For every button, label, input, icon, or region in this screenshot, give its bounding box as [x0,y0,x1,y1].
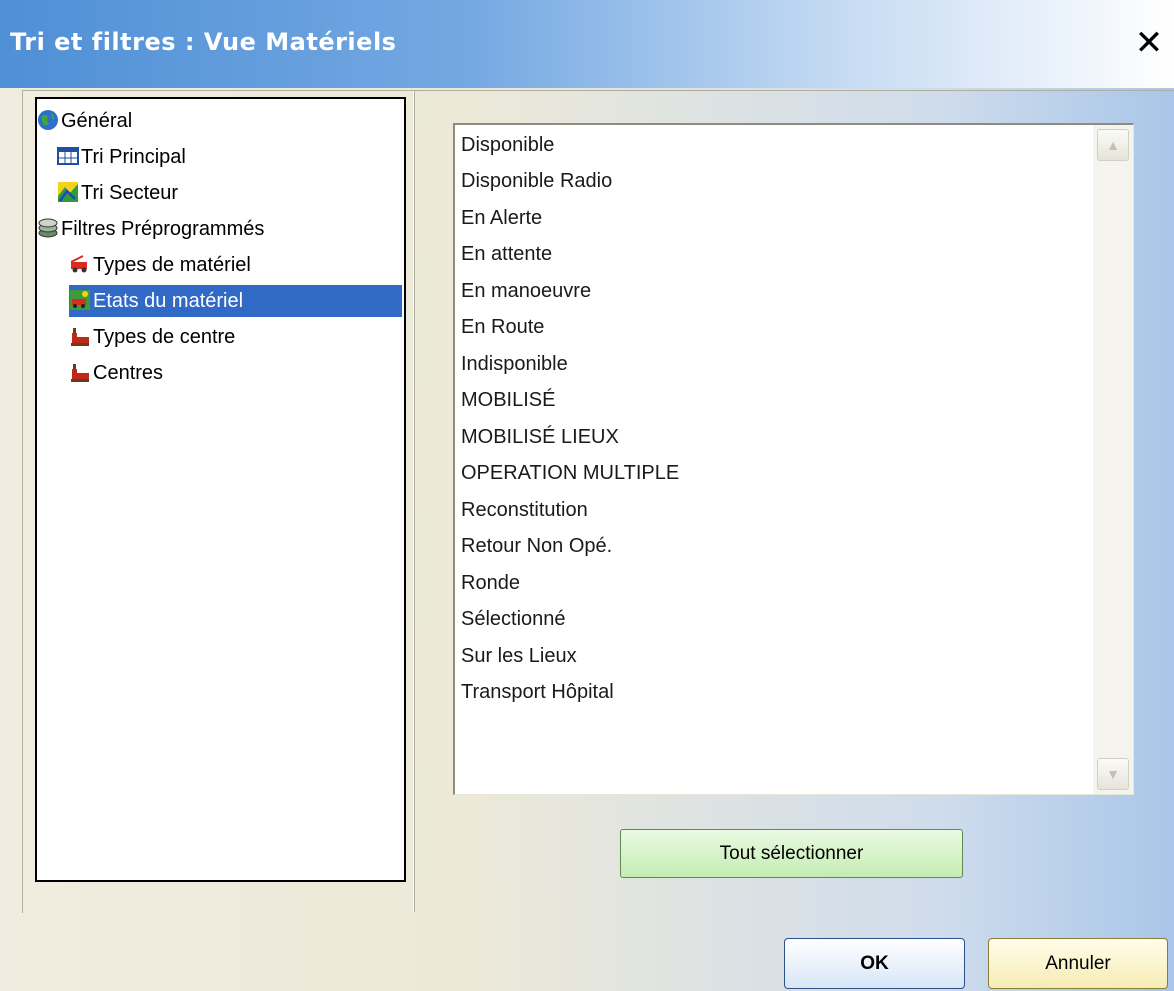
list-item[interactable]: OPERATION MULTIPLE [461,457,679,489]
list-item[interactable]: MOBILISÉ [461,384,555,416]
tree-item-general[interactable]: Général [37,105,132,137]
tree-item-label: Centres [93,362,164,384]
vertical-scrollbar[interactable]: ▲ ▼ [1093,125,1133,794]
tree-item-label: Filtres Préprogrammés [61,218,265,240]
panels: Général Tri Principal Tri Secteur Filtre… [22,90,1174,913]
list-item[interactable]: En attente [461,238,552,270]
tree-item-label: Général [61,110,133,132]
list-item[interactable]: Disponible Radio [461,165,612,197]
ok-button[interactable]: OK [784,938,965,989]
vehicle-icon [69,253,91,275]
tree-item-label: Types de matériel [93,254,251,276]
states-listbox[interactable]: Disponible Disponible Radio En Alerte En… [453,123,1134,795]
tree-item-tri-secteur[interactable]: Tri Secteur [57,177,178,209]
filter-stack-icon [37,217,59,239]
close-button[interactable]: ✕ [1132,22,1166,64]
scroll-up-button[interactable]: ▲ [1097,129,1129,161]
list-item[interactable]: Transport Hôpital [461,676,614,708]
list-item[interactable]: Indisponible [461,348,568,380]
map-icon [57,181,79,203]
tree-item-tri-principal[interactable]: Tri Principal [57,141,186,173]
tree-item-label: Types de centre [93,326,236,348]
scroll-down-button[interactable]: ▼ [1097,758,1129,790]
left-panel: Général Tri Principal Tri Secteur Filtre… [23,91,414,912]
list-item[interactable]: Sélectionné [461,603,566,635]
list-item[interactable]: Reconstitution [461,494,588,526]
category-tree[interactable]: Général Tri Principal Tri Secteur Filtre… [35,97,406,882]
tree-item-label: Tri Principal [81,146,186,168]
cancel-button[interactable]: Annuler [988,938,1168,989]
list-item[interactable]: Ronde [461,567,520,599]
tree-item-centres[interactable]: Centres [69,357,163,389]
dialog-body: Général Tri Principal Tri Secteur Filtre… [0,88,1174,991]
list-item[interactable]: Retour Non Opé. [461,530,612,562]
tree-item-etats-materiel[interactable]: Etats du matériel [69,285,402,317]
list-item[interactable]: En manoeuvre [461,275,591,307]
list-item[interactable]: MOBILISÉ LIEUX [461,421,619,453]
title-bar[interactable]: Tri et filtres : Vue Matériels ✕ [0,0,1174,88]
window-title: Tri et filtres : Vue Matériels [10,28,397,56]
station-icon [69,361,91,383]
list-item[interactable]: Sur les Lieux [461,640,577,672]
tree-item-types-materiel[interactable]: Types de matériel [69,249,251,281]
list-item[interactable]: En Alerte [461,202,542,234]
grid-icon [57,145,79,167]
select-all-button[interactable]: Tout sélectionner [620,829,963,878]
tree-item-label: Tri Secteur [81,182,179,204]
tree-item-types-centre[interactable]: Types de centre [69,321,235,353]
tree-item-filtres-preprogrammes[interactable]: Filtres Préprogrammés [37,213,264,245]
vehicle-state-icon [69,289,91,311]
list-item[interactable]: En Route [461,311,544,343]
list-item[interactable]: Disponible [461,129,554,161]
tree-item-label: Etats du matériel [93,290,244,312]
station-icon [69,325,91,347]
globe-icon [37,109,59,131]
right-panel: Disponible Disponible Radio En Alerte En… [414,91,1174,912]
